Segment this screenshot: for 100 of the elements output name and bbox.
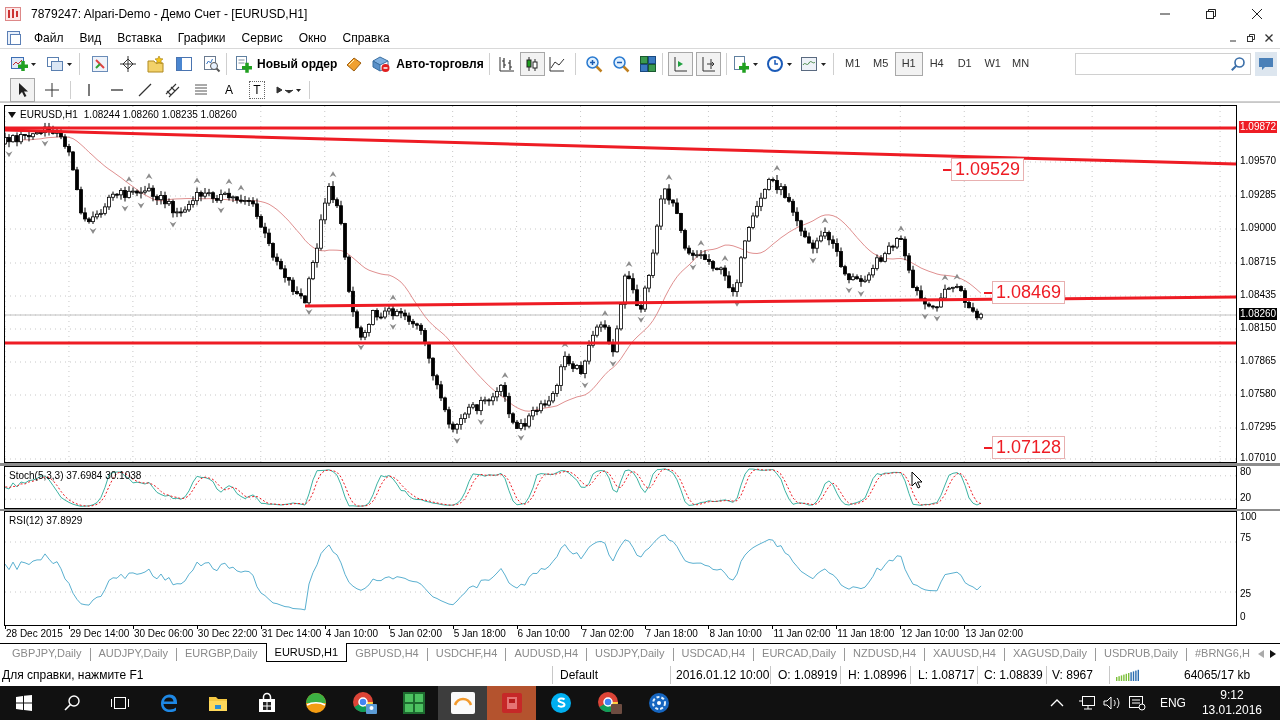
- close-price: C: 1.08839: [983, 666, 1044, 684]
- chat-button[interactable]: [1255, 51, 1277, 76]
- menu-item[interactable]: Файл: [26, 29, 72, 47]
- fractal-arrow-icon: [89, 228, 97, 234]
- segmented-circle-badge-icon[interactable]: [351, 691, 378, 715]
- time-axis-label: 12 Jan 10:00: [901, 628, 960, 640]
- side-panel-icon[interactable]: [175, 54, 193, 73]
- price-marker-label: 1.08260: [1239, 308, 1278, 320]
- timeframe-button[interactable]: M1: [838, 51, 867, 76]
- chart-tab[interactable]: USDCAD,H4: [673, 644, 754, 663]
- chart-tab[interactable]: USDJPY,Daily: [587, 644, 673, 663]
- fractal-arrow-icon: [609, 360, 617, 367]
- text-label-tool-button[interactable]: T: [249, 80, 265, 99]
- taskbar-app-button[interactable]: [438, 686, 487, 720]
- close-icon[interactable]: [1264, 33, 1274, 43]
- traffic-counter: 64065/17 kb: [1184, 666, 1251, 684]
- chart-tab[interactable]: EURCAD,Daily: [754, 644, 845, 663]
- autotrading-button[interactable]: Авто-торговля: [371, 54, 484, 73]
- zoom-in-icon[interactable]: [584, 54, 603, 73]
- chart-tab[interactable]: #BRNG6,H: [1186, 644, 1258, 663]
- notification-icon[interactable]: [1127, 695, 1146, 711]
- time-axis-label: 13 Jan 02:00: [965, 628, 1024, 640]
- menu-item[interactable]: Справка: [334, 29, 398, 47]
- split-circle-icon[interactable]: [303, 691, 328, 715]
- document-tile-icon[interactable]: [499, 691, 524, 715]
- zoom-out-icon[interactable]: [611, 54, 630, 73]
- menu-item[interactable]: Вид: [71, 29, 110, 47]
- ohlc-bars-icon: [498, 54, 517, 73]
- chart-tab[interactable]: AUDJPY,Daily: [90, 644, 176, 663]
- grid-tiles-icon[interactable]: [401, 691, 426, 715]
- chart-tab[interactable]: EURGBP,Daily: [177, 644, 266, 663]
- timeframe-button[interactable]: H4: [922, 51, 951, 76]
- timeframe-button[interactable]: D1: [950, 51, 979, 76]
- fractal-arrow-icon: [897, 225, 905, 232]
- chart-shift-button[interactable]: [695, 51, 721, 76]
- auto-scroll-button[interactable]: [667, 51, 693, 76]
- high-price: H: 1.08996: [847, 666, 908, 684]
- search-field[interactable]: [1075, 52, 1251, 75]
- cursor-tool-button[interactable]: [10, 77, 35, 102]
- tile-windows-icon[interactable]: [638, 54, 657, 73]
- profile-name: Default: [559, 666, 600, 684]
- collapse-triangle-icon[interactable]: [8, 111, 16, 118]
- segmented-circle-badge-icon[interactable]: [596, 691, 623, 715]
- timeframe-button[interactable]: MN: [1006, 51, 1035, 76]
- chart-tab[interactable]: AUDUSD,H4: [506, 644, 586, 663]
- magnifier-document-icon[interactable]: [203, 54, 221, 73]
- chart-tab[interactable]: NZDUSD,H4: [845, 644, 924, 663]
- chart-tab[interactable]: GBPJPY,Daily: [4, 644, 90, 663]
- menu-item[interactable]: Графики: [169, 29, 234, 47]
- document-plus-dropdown-icon[interactable]: [731, 54, 760, 73]
- arc-tile-icon[interactable]: [449, 691, 476, 715]
- close-icon[interactable]: [1251, 8, 1263, 20]
- menu-item[interactable]: Окно: [290, 29, 335, 47]
- chart-plus-dropdown-icon[interactable]: [10, 54, 38, 73]
- menu-item[interactable]: Сервис: [233, 29, 291, 47]
- window-wave-dropdown-icon[interactable]: [799, 54, 828, 73]
- language-indicator[interactable]: ENG: [1159, 694, 1186, 712]
- fractal-arrow-icon: [601, 310, 609, 317]
- chevron-up-icon[interactable]: [1049, 698, 1064, 708]
- timeframe-button[interactable]: M5: [866, 51, 895, 76]
- windows-logo-icon[interactable]: [15, 694, 33, 712]
- chart-tab[interactable]: GBPUSD,H4: [347, 644, 427, 663]
- chart-tab[interactable]: USDCHF,H4: [427, 644, 506, 663]
- menu-item[interactable]: Вставка: [109, 29, 170, 47]
- tray-clock[interactable]: 9:12 13.01.2016: [1201, 688, 1280, 718]
- timeframe-button[interactable]: W1: [978, 51, 1007, 76]
- folder-star-icon[interactable]: [147, 54, 165, 73]
- search-icon[interactable]: [63, 694, 81, 712]
- time-axis-label: 5 Jan 02:00: [389, 628, 442, 640]
- clock-dropdown-icon[interactable]: [765, 54, 794, 73]
- text-tool-button[interactable]: A: [221, 80, 237, 99]
- dotted-ring-icon[interactable]: [646, 691, 671, 715]
- indicator-axis-label: 0: [1240, 611, 1246, 623]
- chart-tab[interactable]: EURUSD,H1: [265, 643, 348, 662]
- fractal-arrow-icon: [637, 316, 645, 323]
- open-price: O: 1.08919: [777, 666, 839, 684]
- volume-icon[interactable]: [1101, 695, 1122, 711]
- timeframe-button[interactable]: H1: [894, 51, 923, 76]
- restore-icon[interactable]: [1205, 8, 1217, 20]
- channel-lines-icon[interactable]: [165, 81, 181, 98]
- task-view-icon[interactable]: [110, 695, 130, 711]
- new-order-button[interactable]: Новый ордер: [234, 54, 338, 73]
- trend-line-icon[interactable]: [137, 81, 153, 98]
- chart-tab[interactable]: XAGUSD,Daily: [1005, 644, 1095, 663]
- restore-icon[interactable]: [1246, 33, 1256, 43]
- axis-shift-icon: [699, 54, 718, 73]
- scroll-right-icon[interactable]: [1270, 649, 1276, 658]
- network-icon[interactable]: [1077, 695, 1096, 711]
- chart-tab[interactable]: USDRUB,Daily: [1095, 644, 1186, 663]
- fractal-arrow-icon: [305, 308, 313, 315]
- window-lines-icon[interactable]: [91, 54, 109, 73]
- crosshair-icon[interactable]: [119, 54, 137, 73]
- indicator-axis-label: 20: [1240, 492, 1252, 504]
- chart-tab[interactable]: XAUUSD,H4: [925, 644, 1004, 663]
- time-axis-label: 29 Dec 14:00: [69, 628, 130, 640]
- swirl-circle-icon[interactable]: [548, 691, 573, 715]
- window-stack-dropdown-icon[interactable]: [46, 54, 74, 73]
- candlestick-chart-button[interactable]: [519, 51, 545, 76]
- speech-bubble-icon: [1258, 55, 1274, 72]
- fractal-arrow-icon: [821, 217, 829, 224]
